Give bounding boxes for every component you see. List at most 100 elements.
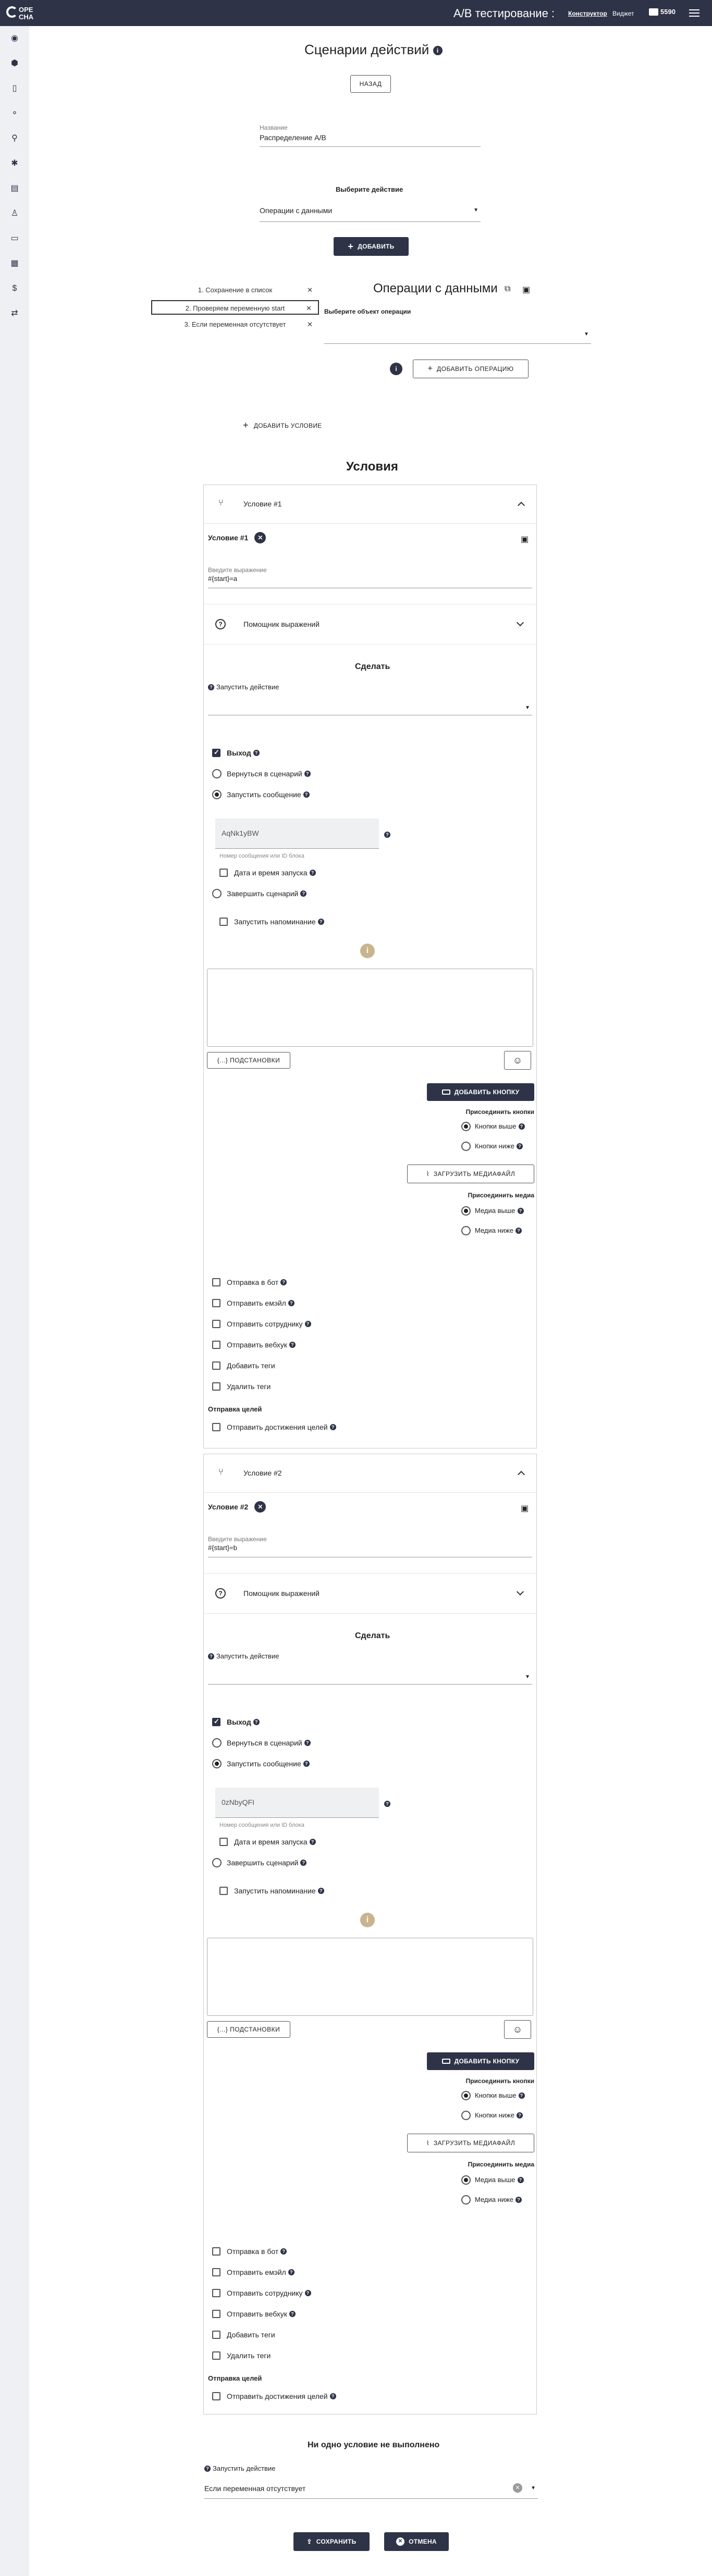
help-icon[interactable]: ? — [300, 1860, 307, 1866]
return-scenario-radio[interactable] — [212, 1738, 222, 1748]
info-icon[interactable]: i — [360, 1913, 375, 1927]
start-time-checkbox[interactable] — [219, 1838, 228, 1846]
data-ops-object-select[interactable]: ▼ — [324, 325, 591, 344]
info-icon[interactable]: i — [360, 944, 375, 958]
finish-radio[interactable] — [212, 1858, 222, 1867]
send-bot-checkbox[interactable] — [212, 2247, 220, 2256]
help-icon[interactable]: ? — [309, 1839, 316, 1845]
message-textarea[interactable] — [207, 1938, 533, 2016]
save-button[interactable]: ⇪ СОХРАНИТЬ — [293, 2532, 370, 2551]
clear-icon[interactable]: ✕ — [513, 2483, 522, 2493]
help-icon[interactable]: ? — [518, 2092, 525, 2099]
close-icon[interactable]: ✕ — [254, 532, 266, 543]
run-message-radio[interactable] — [212, 790, 222, 799]
buttons-below-radio[interactable] — [461, 2111, 471, 2120]
help-icon[interactable]: ? — [300, 890, 307, 897]
add-tags-checkbox[interactable] — [212, 1361, 220, 1370]
help-icon[interactable]: ? — [518, 1123, 525, 1130]
help-icon[interactable]: ? — [253, 1719, 260, 1725]
help-icon[interactable]: ? — [515, 2196, 522, 2203]
copy-icon[interactable]: ⧉ — [505, 284, 510, 294]
send-bot-checkbox[interactable] — [212, 1278, 220, 1286]
upload-media-button[interactable]: ⌇ ЗАГРУЗИТЬ МЕДИАФАЙЛ — [407, 1165, 534, 1183]
info-icon[interactable]: i — [390, 363, 402, 375]
send-employee-checkbox[interactable] — [212, 2289, 220, 2297]
help-icon[interactable]: ? — [303, 1761, 310, 1767]
help-icon[interactable]: ? — [304, 1321, 311, 1327]
brand-logo[interactable]: OPE CHA — [4, 2, 33, 24]
help-icon[interactable]: ? — [516, 2112, 523, 2119]
help-icon[interactable]: ? — [280, 2248, 287, 2255]
nav-constructor[interactable]: Конструктор — [568, 10, 607, 17]
add-condition-button[interactable]: + ДОБАВИТЬ УСЛОВИЕ — [243, 420, 322, 431]
message-textarea[interactable] — [207, 969, 533, 1047]
finish-radio[interactable] — [212, 889, 222, 898]
name-input[interactable]: Распределение А/В — [260, 133, 481, 147]
reminder-checkbox[interactable] — [219, 1887, 228, 1895]
send-goal-checkbox[interactable] — [212, 1423, 220, 1431]
help-icon[interactable]: ? — [288, 2269, 294, 2275]
close-icon[interactable]: ✕ — [307, 317, 313, 332]
substitutions-button[interactable]: {...} ПОДСТАНОВКИ — [207, 2021, 290, 2038]
nav-widget[interactable]: Виджет — [612, 10, 634, 17]
message-id-input[interactable]: AqNk1yBW — [215, 819, 379, 849]
substitutions-button[interactable]: {...} ПОДСТАНОВКИ — [207, 1052, 290, 1069]
help-icon[interactable]: ? — [384, 1801, 390, 1807]
balance-badge[interactable]: 5590 — [649, 8, 676, 16]
help-icon[interactable]: ? — [329, 1424, 336, 1430]
add-tags-checkbox[interactable] — [212, 2331, 220, 2339]
run-message-radio[interactable] — [212, 1759, 222, 1768]
add-operation-button[interactable]: + ДОБАВИТЬ ОПЕРАЦИЮ — [413, 360, 529, 378]
help-icon[interactable]: ? — [515, 1227, 522, 1234]
back-button[interactable]: НАЗАД — [350, 75, 391, 93]
media-above-radio[interactable] — [461, 1206, 471, 1216]
paste-icon[interactable]: ▣ — [521, 1503, 529, 1514]
step-item-1[interactable]: 1. Сохранение в список ✕ — [151, 283, 319, 298]
expression-input[interactable]: #{start}=b — [208, 1544, 532, 1557]
flow-icon[interactable]: ⚬ — [9, 108, 20, 119]
add-button-button[interactable]: ДОБАВИТЬ КНОПКУ — [427, 2052, 534, 2070]
help-icon[interactable]: ? — [304, 1740, 311, 1746]
help-icon[interactable]: ? — [516, 1143, 523, 1149]
remove-tags-checkbox[interactable] — [212, 2351, 220, 2360]
expression-input[interactable]: #{start}=a — [208, 575, 532, 588]
media-below-radio[interactable] — [461, 2195, 471, 2205]
add-action-button[interactable]: + ДОБАВИТЬ — [334, 237, 409, 256]
person-icon[interactable]: ♙ — [9, 208, 20, 219]
message-id-input[interactable]: 0zNbyQFI — [215, 1788, 379, 1818]
help-icon[interactable]: ? — [517, 2176, 524, 2183]
close-icon[interactable]: ✕ — [254, 1501, 266, 1513]
step-item-2[interactable]: 2. Проверяем переменную start ✕ — [151, 300, 319, 315]
qr-icon[interactable]: ▦ — [9, 258, 20, 269]
run-action-select[interactable]: ▼ — [208, 1661, 532, 1685]
help-icon[interactable]: ? — [288, 1300, 294, 1306]
bug-icon[interactable]: ✱ — [9, 158, 20, 169]
expression-helper[interactable]: ? Помощник выражений — [204, 604, 536, 645]
help-icon[interactable]: ? — [304, 2290, 311, 2296]
emoji-icon[interactable]: ☺ — [504, 1051, 531, 1070]
chevron-up-icon[interactable] — [517, 501, 525, 510]
upload-media-button[interactable]: ⌇ ЗАГРУЗИТЬ МЕДИАФАЙЛ — [407, 2134, 534, 2152]
help-icon[interactable]: ? — [309, 870, 316, 876]
payment-icon[interactable]: ▭ — [9, 233, 20, 244]
action-select[interactable]: Операции с данными ▼ — [260, 201, 481, 222]
start-time-checkbox[interactable] — [219, 869, 228, 877]
help-icon[interactable]: ? — [304, 771, 311, 777]
help-icon[interactable]: ? — [329, 2393, 336, 2399]
chevron-up-icon[interactable] — [517, 1470, 525, 1479]
step-item-3[interactable]: 3. Если переменная отсутствует ✕ — [151, 317, 319, 332]
help-icon[interactable]: ? — [317, 1888, 324, 1894]
send-email-checkbox[interactable] — [212, 2268, 220, 2276]
exit-checkbox[interactable] — [212, 1717, 220, 1726]
close-icon[interactable]: ✕ — [306, 301, 312, 316]
money-icon[interactable]: $ — [9, 283, 20, 294]
fallback-select[interactable]: Если переменная отсутствует ✕ ▼ — [204, 2480, 538, 2499]
condition-header[interactable]: ⑂ Условие #2 — [204, 1454, 536, 1493]
help-icon[interactable]: ? — [208, 1653, 214, 1659]
buttons-above-radio[interactable] — [461, 2091, 471, 2100]
exit-checkbox[interactable] — [212, 748, 220, 757]
send-email-checkbox[interactable] — [212, 1299, 220, 1307]
chat-icon[interactable]: ▤ — [9, 183, 20, 194]
send-employee-checkbox[interactable] — [212, 1320, 220, 1328]
media-below-radio[interactable] — [461, 1226, 471, 1235]
